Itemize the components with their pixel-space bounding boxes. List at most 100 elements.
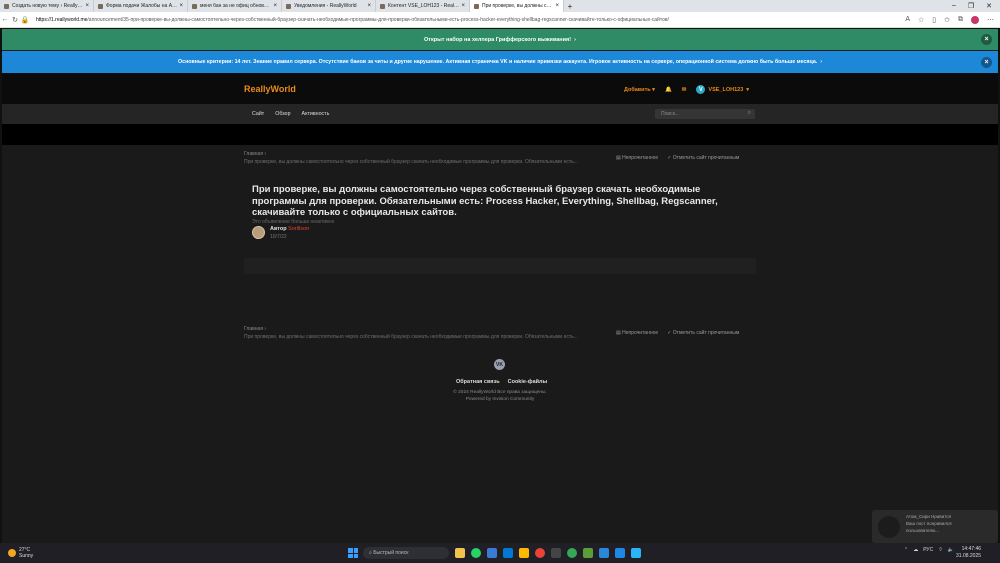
mark-read-link[interactable]: ✓ Отметить сайт прочитанным (667, 155, 739, 161)
app-icon[interactable] (631, 548, 641, 558)
breadcrumb-home[interactable]: Главная (244, 151, 263, 157)
wifi-icon[interactable]: ⌔ (938, 547, 943, 553)
minimize-icon[interactable]: – (952, 2, 956, 10)
app-icon[interactable] (599, 548, 609, 558)
speaker-icon[interactable]: 🔈 (948, 547, 954, 553)
more-icon[interactable]: ⋯ (987, 16, 994, 24)
close-icon[interactable]: × (981, 56, 992, 68)
author-avatar[interactable] (252, 226, 265, 239)
close-tab-icon[interactable]: × (273, 3, 277, 9)
app-icon[interactable] (551, 548, 561, 558)
extensions-icon[interactable]: ⧉ (958, 16, 963, 24)
add-menu[interactable]: Добавить ▾ (624, 87, 655, 93)
close-tab-icon[interactable]: × (179, 3, 183, 9)
unread-link[interactable]: ▤ Непрочитанное (616, 155, 658, 161)
author-block: Автор Sorillson 10/7/22 (252, 226, 309, 240)
powered-by[interactable]: Powered by Invision Community (2, 396, 998, 403)
whatsapp-icon[interactable] (471, 548, 481, 558)
favorites-icon[interactable]: ✩ (944, 16, 950, 24)
user-avatar: V (696, 85, 706, 94)
search-icon[interactable]: ⌕ (748, 110, 751, 117)
breadcrumb-actions-bottom: ▤ Непрочитанное ✓ Отметить сайт прочитан… (616, 330, 739, 336)
announcement-banner-blue[interactable]: Основные критерии: 14 лет. Знание правил… (2, 51, 998, 73)
chevron-right-icon: › (820, 59, 822, 65)
breadcrumb-current[interactable]: При проверке, вы должны самостоятельно ч… (244, 334, 604, 340)
announcement-title: При проверке, вы должны самостоятельно ч… (252, 184, 718, 218)
app-icon[interactable] (519, 548, 529, 558)
list-icon: ▤ (616, 330, 621, 336)
lock-icon: 🔒 (20, 16, 30, 24)
profile-avatar[interactable] (971, 15, 979, 24)
taskbar-search[interactable]: ⌕ Быстрый поиск (363, 547, 449, 559)
edge-icon[interactable] (503, 548, 513, 558)
favorite-star-icon[interactable]: ☆ (918, 16, 924, 24)
site-logo[interactable]: ReallyWorld (244, 84, 296, 94)
taskbar: 27°C Sunny ⌕ Быстрый поиск ⌃ ☁ РУС ⌔ 🔈 14… (0, 543, 1000, 563)
app-icon[interactable] (487, 548, 497, 558)
author-name[interactable]: Sorillson (288, 226, 309, 232)
close-icon[interactable]: × (981, 34, 992, 45)
browser-tab[interactable]: Форма подачи Жалобы на Адм × (94, 0, 188, 12)
system-tray: ⌃ ☁ РУС ⌔ 🔈 (904, 547, 954, 553)
search-input[interactable]: Поиск... ⌕ (655, 109, 755, 119)
language-indicator[interactable]: РУС (923, 547, 933, 553)
nav-link-overview[interactable]: Обзор (275, 111, 290, 117)
bell-icon[interactable]: 🔔 (665, 87, 672, 93)
clock[interactable]: 14:47:46 31.08.2025 (956, 546, 981, 560)
read-aloud-icon[interactable]: A (905, 16, 910, 24)
favicon-icon (4, 3, 9, 9)
browser-tab[interactable]: Контент VSE_LOH123 - ReallyW × (376, 0, 470, 12)
close-tab-icon[interactable]: × (461, 3, 465, 9)
close-tab-icon[interactable]: × (367, 3, 371, 9)
new-tab-button[interactable]: + (564, 2, 576, 11)
maximize-icon[interactable]: ❐ (968, 2, 974, 10)
close-tab-icon[interactable]: × (85, 3, 89, 9)
chevron-up-icon[interactable]: ⌃ (904, 547, 908, 553)
user-menu[interactable]: V VSE_LOH123 ▾ (696, 85, 749, 94)
breadcrumb-home[interactable]: Главная (244, 326, 263, 332)
weather-widget[interactable]: 27°C Sunny (8, 547, 33, 559)
split-screen-icon[interactable]: ▯ (932, 16, 936, 24)
site-header: ReallyWorld Добавить ▾ 🔔 ✉ V VSE_LOH123 … (2, 73, 998, 104)
notification-toast[interactable]: Атом_Сири Нравится Ваш пост понравился п… (872, 510, 998, 543)
chrome-icon[interactable] (567, 548, 577, 558)
file-explorer-icon[interactable] (455, 548, 465, 558)
nav-link-activity[interactable]: Активность (302, 111, 330, 117)
browser-tab[interactable]: Уведомления - ReallyWorld × (282, 0, 376, 12)
mark-read-link[interactable]: ✓ Отметить сайт прочитанным (667, 330, 739, 336)
close-tab-icon[interactable]: × (555, 3, 559, 9)
cookies-link[interactable]: Cookie-файлы (508, 379, 548, 385)
check-icon: ✓ (667, 155, 672, 161)
breadcrumb-actions: ▤ Непрочитанное ✓ Отметить сайт прочитан… (616, 155, 739, 161)
browser-tab[interactable]: меня бан за не офиц обновлени × (188, 0, 282, 12)
favicon-icon (286, 3, 291, 9)
sub-nav-bar (2, 124, 998, 145)
chrome-icon[interactable] (535, 548, 545, 558)
windows-start-icon[interactable] (348, 548, 358, 558)
feedback-link[interactable]: Обратная связь (456, 379, 500, 385)
back-icon[interactable]: ← (0, 16, 10, 23)
check-icon: ✓ (667, 330, 672, 336)
refresh-icon[interactable]: ↻ (10, 16, 20, 24)
minecraft-icon[interactable] (583, 548, 593, 558)
favicon-icon (474, 3, 479, 9)
unread-link[interactable]: ▤ Непрочитанное (616, 330, 658, 336)
nav-link-site[interactable]: Сайт (252, 111, 264, 117)
app-icon[interactable] (615, 548, 625, 558)
vk-icon[interactable]: VK (494, 359, 505, 370)
cloud-icon[interactable]: ☁ (913, 547, 918, 553)
inactive-note: Это объявление больше неактивно (252, 219, 335, 225)
favicon-icon (98, 3, 103, 9)
browser-tab[interactable]: Создать новую тему › ReallyWo × (0, 0, 94, 12)
breadcrumb-bottom: Главная › При проверке, вы должны самост… (244, 326, 604, 340)
browser-tab-active[interactable]: При проверке, вы должны само × (470, 0, 564, 12)
envelope-icon[interactable]: ✉ (682, 87, 687, 93)
breadcrumb: Главная › При проверке, вы должны самост… (244, 151, 604, 165)
post-date: 10/7/22 (270, 234, 287, 240)
main-nav: Сайт Обзор Активность Поиск... ⌕ (2, 104, 998, 124)
breadcrumb-current[interactable]: При проверке, вы должны самостоятельно ч… (244, 159, 604, 165)
announcement-banner-green[interactable]: Открыт набор на хелпера Грифферского выж… (2, 29, 998, 50)
url-field[interactable]: https://1.reallyworld.me/announcement/35… (36, 17, 905, 23)
content-strip (244, 258, 756, 274)
close-window-icon[interactable]: ✕ (986, 2, 992, 10)
